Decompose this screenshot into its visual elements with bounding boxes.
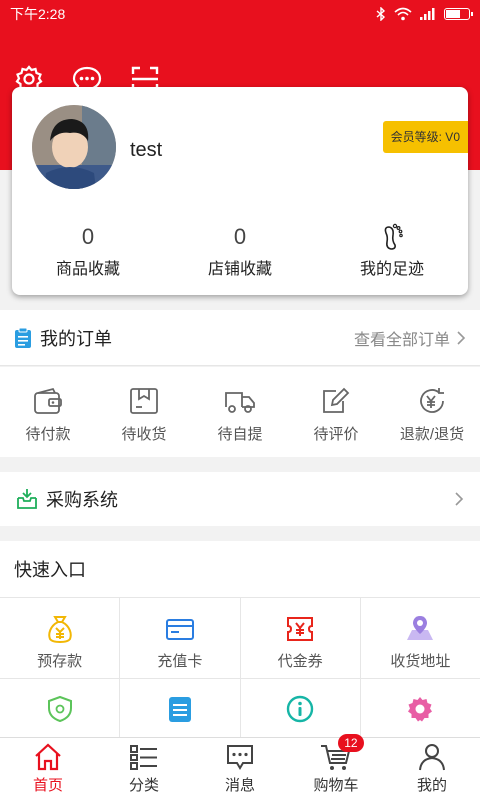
- wallet-icon: [34, 387, 62, 414]
- order-pending-review[interactable]: 待评价: [288, 367, 384, 457]
- cart-count-badge: 12: [337, 734, 364, 752]
- status-bar: 下午2:28: [0, 0, 480, 28]
- edit-icon: [323, 387, 350, 413]
- quick-shipping-address-label: 收货地址: [390, 653, 451, 670]
- profile-stats: 0 商品收藏 0 店铺收藏 我的足迹: [12, 223, 468, 279]
- quick-voucher-label: 代金券: [277, 653, 323, 670]
- status-icons: [376, 7, 473, 21]
- member-level-badge[interactable]: 会员等级: V0: [382, 121, 468, 153]
- bottom-navigation: 首页 分类 消息 12 购物车 我的: [0, 734, 480, 800]
- nav-messages[interactable]: 消息: [192, 738, 288, 800]
- quick-recharge-card-label: 充值卡: [157, 653, 203, 670]
- chevron-right-icon: [455, 492, 464, 506]
- battery-icon: [444, 8, 473, 20]
- map-icon: [407, 616, 434, 640]
- nav-category[interactable]: 分类: [96, 738, 192, 800]
- wifi-icon: [394, 7, 412, 21]
- favorite-goods-label: 商品收藏: [55, 261, 120, 278]
- bluetooth-icon: [376, 7, 386, 21]
- refund-icon: [420, 388, 444, 413]
- favorite-goods-count: 0: [81, 224, 95, 249]
- order-pending-receipt[interactable]: 待收货: [96, 367, 192, 457]
- view-all-orders-link[interactable]: 查看全部订单: [354, 326, 466, 350]
- quick-settings[interactable]: [360, 679, 480, 737]
- footprint-icon: [384, 223, 403, 250]
- quick-entry-title: 快速入口: [14, 560, 86, 580]
- my-footprints[interactable]: 我的足迹: [316, 223, 468, 279]
- quick-clipboard[interactable]: [120, 679, 240, 737]
- view-all-orders-label: 查看全部订单: [353, 331, 450, 349]
- home-icon: [35, 743, 61, 771]
- my-orders-title: 我的订单: [40, 328, 112, 349]
- quick-recharge-card[interactable]: 充值卡: [120, 598, 240, 678]
- info-icon: [286, 695, 314, 723]
- quick-prepaid-deposit-label: 预存款: [37, 653, 83, 670]
- my-orders-header[interactable]: 我的订单 查看全部订单: [0, 310, 480, 366]
- order-clipboard-icon: [15, 327, 31, 348]
- order-refund[interactable]: 退款/退货: [384, 367, 480, 457]
- favorite-goods[interactable]: 0 商品收藏: [12, 223, 164, 279]
- status-time: 下午2:28: [10, 6, 66, 22]
- nav-category-label: 分类: [128, 777, 159, 794]
- username: test: [130, 139, 163, 161]
- order-refund-label: 退款/退货: [399, 426, 465, 443]
- footprint-icon-wrap: [316, 223, 468, 251]
- card-icon: [165, 619, 194, 640]
- order-status-row: 待付款 待收货 待自提 待评价 退款/退货: [0, 367, 480, 457]
- voucher-icon: [287, 617, 314, 641]
- list-icon: [130, 745, 157, 770]
- package-icon: [130, 388, 158, 414]
- purchase-system-title: 采购系统: [46, 490, 118, 510]
- shield-icon: [47, 695, 72, 723]
- profile-card: test 会员等级: V0 0 商品收藏 0 店铺收藏 我的足迹: [12, 87, 468, 295]
- inbox-download-icon: [17, 489, 37, 509]
- nav-cart[interactable]: 12 购物车: [288, 734, 384, 800]
- nav-mine-label: 我的: [416, 777, 447, 794]
- nav-mine[interactable]: 我的: [384, 738, 480, 800]
- order-pending-payment[interactable]: 待付款: [0, 367, 96, 457]
- quick-voucher[interactable]: 代金券: [240, 598, 360, 678]
- purchase-system-row[interactable]: 采购系统: [0, 472, 480, 526]
- quick-shipping-address[interactable]: 收货地址: [360, 598, 480, 678]
- favorite-stores[interactable]: 0 店铺收藏: [164, 223, 316, 279]
- order-pending-pickup[interactable]: 待自提: [192, 367, 288, 457]
- signal-icon: [420, 8, 435, 20]
- nav-cart-label: 购物车: [313, 777, 359, 794]
- money-bag-icon: [47, 616, 72, 644]
- quick-prepaid-deposit[interactable]: 预存款: [0, 598, 120, 678]
- favorite-stores-count: 0: [233, 224, 247, 249]
- clipboard-icon: [168, 697, 191, 722]
- gear-icon: [408, 697, 433, 722]
- avatar[interactable]: [32, 105, 116, 189]
- quick-info[interactable]: [240, 679, 360, 737]
- favorite-stores-label: 店铺收藏: [207, 261, 272, 278]
- quick-security[interactable]: [0, 679, 120, 737]
- nav-home[interactable]: 首页: [0, 738, 96, 800]
- chevron-right-icon: [457, 330, 466, 345]
- order-pending-payment-label: 待付款: [25, 426, 71, 443]
- order-pending-receipt-label: 待收货: [121, 426, 167, 443]
- quick-entry-grid: 预存款 充值卡 代金券 收货地址: [0, 597, 480, 737]
- message-icon: [227, 745, 253, 770]
- order-pending-review-label: 待评价: [313, 426, 359, 443]
- my-footprints-label: 我的足迹: [359, 261, 424, 278]
- truck-icon: [225, 392, 255, 413]
- quick-entry-header: 快速入口: [0, 541, 480, 597]
- nav-home-label: 首页: [32, 777, 63, 794]
- user-icon: [419, 744, 445, 771]
- order-pending-pickup-label: 待自提: [217, 426, 263, 443]
- avatar-image: [32, 105, 116, 189]
- nav-messages-label: 消息: [224, 777, 255, 794]
